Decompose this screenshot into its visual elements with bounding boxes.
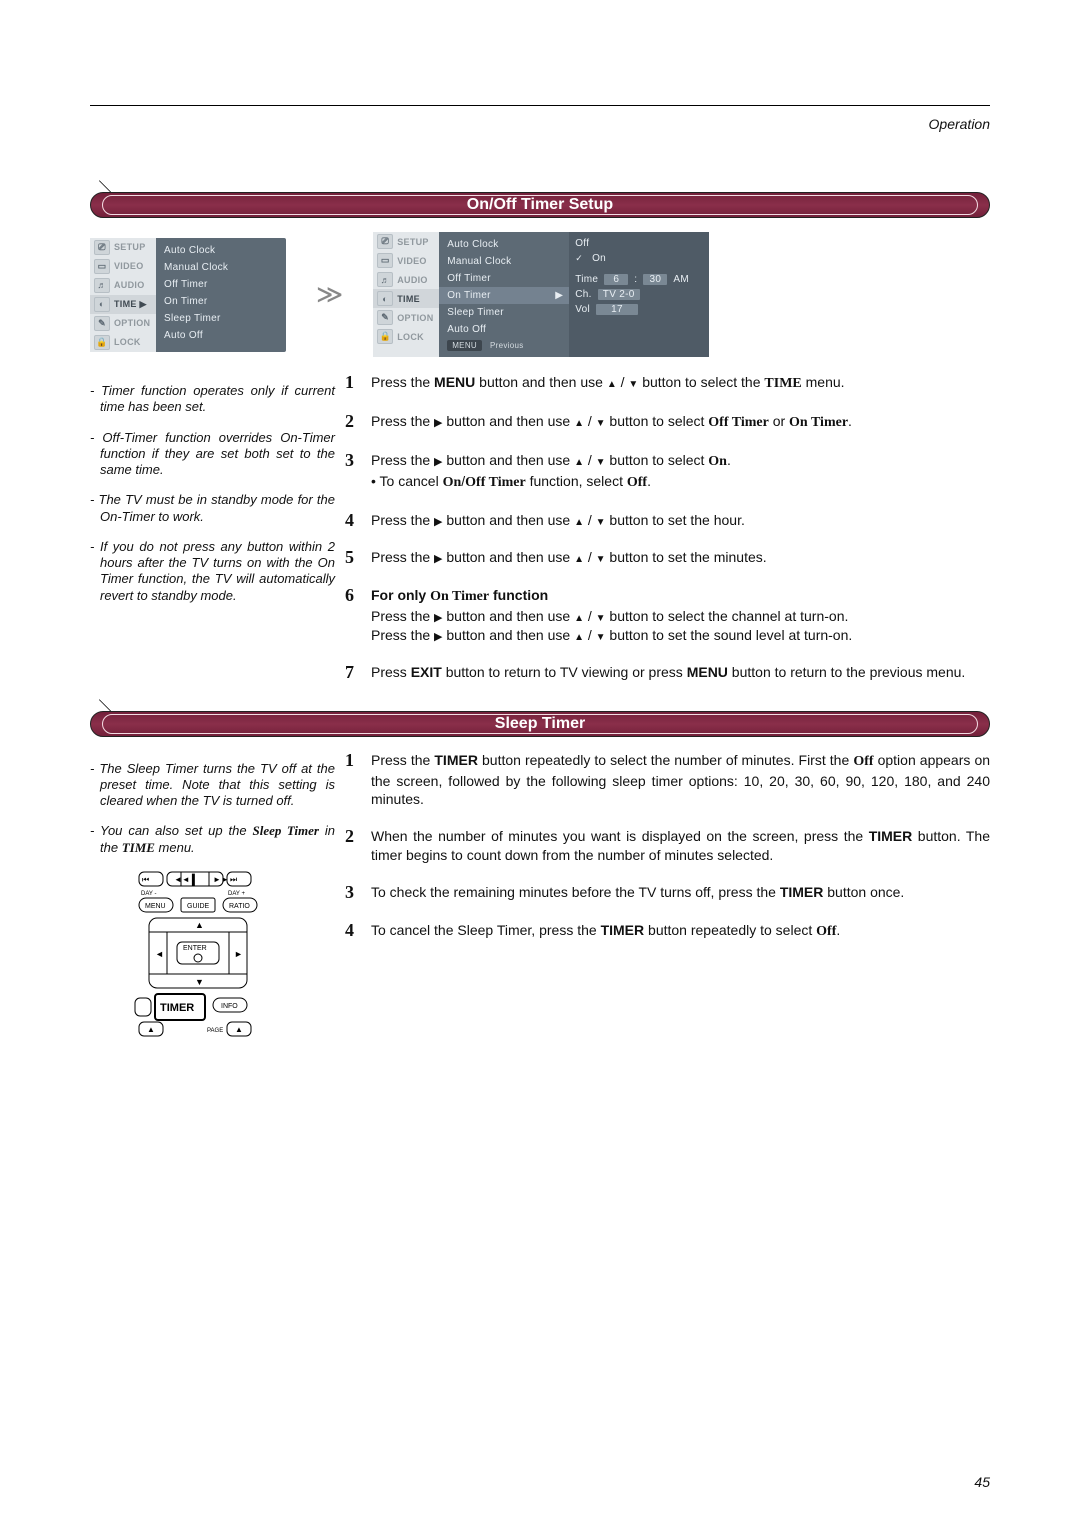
sleep-steps-column: 1 Press the TIMER button repeatedly to s… <box>345 751 990 1040</box>
note-1: Timer function operates only if current … <box>90 383 335 416</box>
section-title-bar: Sleep Timer <box>90 711 990 737</box>
notes-column-2: The Sleep Timer turns the TV off at the … <box>90 751 345 1040</box>
remote-illustration: ◄◄ ▍ ►► ⏮ ⏭ DAY - DAY + MENU GUIDE RATIO <box>133 870 293 1040</box>
svg-text:▲: ▲ <box>195 920 204 930</box>
header-rule <box>90 105 990 106</box>
sleep-step-4: To cancel the Sleep Timer, press the TIM… <box>371 921 990 942</box>
step-6: For only On Timer function Press the but… <box>371 586 990 645</box>
osd-hour: 6 <box>604 274 628 285</box>
osd-after: ⎚SETUP ▭VIDEO ♬AUDIO ◐TIME ✎OPTION 🔒LOCK… <box>373 232 709 357</box>
svg-text:◄◄: ◄◄ <box>174 875 190 884</box>
remote-enter-label: ENTER <box>183 945 207 952</box>
step-7: Press EXIT button to return to TV viewin… <box>371 663 990 683</box>
steps-column: 1 Press the MENU button and then use / b… <box>345 373 990 701</box>
osd-sidebar: ⎚SETUP ▭VIDEO ♬AUDIO ◐TIME ▶ ✎OPTION 🔒LO… <box>90 238 156 352</box>
remote-info-label: INFO <box>221 1003 238 1010</box>
manual-page: Operation On/Off Timer Setup ⎚SETUP ▭VID… <box>0 0 1080 1528</box>
section-title: Sleep Timer <box>90 711 990 737</box>
osd-sidebar: ⎚SETUP ▭VIDEO ♬AUDIO ◐TIME ✎OPTION 🔒LOCK <box>373 232 439 357</box>
osd-item-setup: SETUP <box>114 242 146 252</box>
osd-item-option: OPTION <box>114 318 150 328</box>
remote-day-plus-label: DAY + <box>228 891 245 897</box>
page-number: 45 <box>974 1474 990 1490</box>
osd-footer: MENUPrevious <box>445 338 563 353</box>
step-4: Press the button and then use / button t… <box>371 511 990 531</box>
section-header: Operation <box>90 116 990 132</box>
svg-text:►: ► <box>234 949 243 959</box>
svg-text:▲: ▲ <box>147 1025 155 1034</box>
svg-text:⏮: ⏮ <box>142 875 149 884</box>
step-1: Press the MENU button and then use / but… <box>371 373 990 394</box>
note-4: If you do not press any button within 2 … <box>90 539 335 604</box>
transition-arrow-icon: ≫ <box>316 279 343 310</box>
svg-text:⏭: ⏭ <box>230 875 237 884</box>
osd-channel: TV 2-0 <box>598 289 640 300</box>
osd-time-submenu: Auto Clock Manual Clock Off Timer On Tim… <box>439 232 569 357</box>
remote-timer-button-label: TIMER <box>160 1002 194 1014</box>
osd-minute: 30 <box>643 274 667 285</box>
remote-menu-label: MENU <box>145 903 166 910</box>
osd-time-submenu: Auto Clock Manual Clock Off Timer On Tim… <box>156 238 286 352</box>
sleep-note-2: You can also set up the Sleep Timer in t… <box>90 823 335 856</box>
section-title: On/Off Timer Setup <box>90 192 990 218</box>
step-5: Press the button and then use / button t… <box>371 548 990 568</box>
remote-page-label: PAGE <box>207 1028 223 1034</box>
osd-on-timer-panel: Off On Time 6: 30 AM Ch. TV 2-0 Vol <box>569 232 709 357</box>
sleep-step-1: Press the TIMER button repeatedly to sel… <box>371 751 990 810</box>
svg-text:►►: ►► <box>213 875 229 884</box>
notes-column: Timer function operates only if current … <box>90 373 345 701</box>
section-title-bar: On/Off Timer Setup <box>90 192 990 218</box>
osd-before: ⎚SETUP ▭VIDEO ♬AUDIO ◐TIME ▶ ✎OPTION 🔒LO… <box>90 238 286 352</box>
note-3: The TV must be in standby mode for the O… <box>90 492 335 525</box>
osd-item-time: TIME ▶ <box>114 299 147 310</box>
osd-illustration-row: ⎚SETUP ▭VIDEO ♬AUDIO ◐TIME ▶ ✎OPTION 🔒LO… <box>90 232 990 357</box>
osd-item-audio: AUDIO <box>114 280 145 290</box>
remote-day-minus-label: DAY - <box>141 891 156 897</box>
note-2: Off-Timer function overrides On-Timer fu… <box>90 430 335 479</box>
remote-guide-label: GUIDE <box>187 903 210 910</box>
svg-text:▼: ▼ <box>195 977 204 987</box>
sleep-note-1: The Sleep Timer turns the TV off at the … <box>90 761 335 810</box>
remote-ratio-label: RATIO <box>229 903 250 910</box>
osd-volume: 17 <box>596 304 638 315</box>
sleep-step-3: To check the remaining minutes before th… <box>371 883 990 903</box>
svg-text:◄: ◄ <box>155 949 164 959</box>
sleep-step-2: When the number of minutes you want is d… <box>371 827 990 865</box>
step-2: Press the button and then use / button t… <box>371 412 990 433</box>
osd-item-lock: LOCK <box>114 337 141 347</box>
svg-text:▍: ▍ <box>191 873 200 886</box>
osd-item-video: VIDEO <box>114 261 144 271</box>
svg-text:▲: ▲ <box>235 1025 243 1034</box>
step-3: Press the button and then use / button t… <box>371 451 990 493</box>
